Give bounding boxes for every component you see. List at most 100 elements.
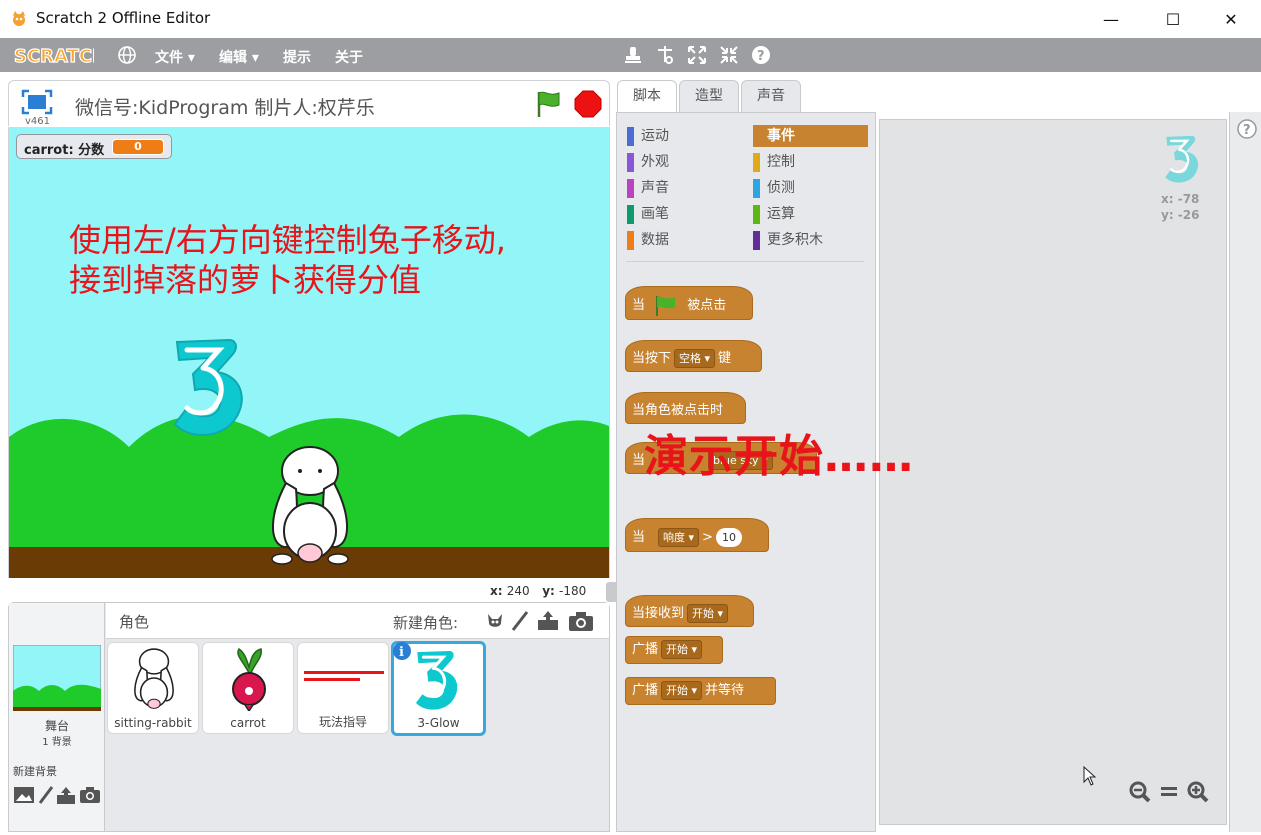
zoom-in-icon[interactable]	[1186, 780, 1210, 804]
variable-monitor[interactable]: carrot: 分数 0	[16, 134, 172, 159]
block-when-flag-clicked[interactable]: 当 被点击	[625, 286, 753, 320]
block-when-i-receive[interactable]: 当接收到 开始 ▾	[625, 595, 754, 627]
help-tips-icon[interactable]: ?	[1236, 118, 1258, 140]
maximize-button[interactable]: ☐	[1143, 0, 1203, 38]
category-control[interactable]: 控制	[753, 151, 868, 173]
sprites-header: 角色 新建角色:	[106, 603, 609, 639]
green-flag-icon	[656, 295, 676, 316]
sensor-threshold-input[interactable]: 10	[715, 528, 742, 547]
sprite-tile[interactable]: sitting-rabbit	[107, 642, 199, 734]
category-sound[interactable]: 声音	[627, 177, 742, 199]
globe-icon[interactable]	[116, 44, 138, 66]
message-dropdown[interactable]: 开始 ▾	[687, 604, 729, 623]
menu-tips[interactable]: 提示	[283, 47, 311, 67]
carrot-thumbnail	[232, 647, 266, 711]
presentation-mode-icon[interactable]	[21, 89, 53, 115]
demo-start-overlay: 演示开始……	[644, 431, 914, 482]
current-sprite-thumbnail	[1165, 135, 1199, 183]
menu-edit[interactable]: 编辑 ▾	[219, 47, 259, 67]
project-title[interactable]: 微信号:KidProgram 制片人:权芹乐	[75, 93, 375, 120]
svg-text:i: i	[399, 645, 404, 660]
close-button[interactable]: ✕	[1201, 0, 1261, 38]
category-color-bar	[627, 127, 634, 146]
upload-backdrop-icon[interactable]	[55, 785, 77, 805]
backdrop-library-icon[interactable]	[13, 785, 35, 805]
category-color-bar	[753, 153, 760, 172]
upload-sprite-icon[interactable]	[536, 609, 560, 631]
category-looks[interactable]: 外观	[627, 151, 742, 173]
tab-sounds[interactable]: 声音	[741, 80, 801, 113]
stage-collapse-handle[interactable]	[606, 582, 616, 602]
sprites-title: 角色	[119, 613, 150, 631]
category-color-bar	[753, 205, 760, 224]
mouse-coordinates: x: 240 y: -180	[490, 584, 587, 598]
category-more-blocks[interactable]: 更多积木	[753, 229, 868, 251]
sensor-dropdown[interactable]: 响度 ▾	[658, 528, 700, 547]
block-broadcast-and-wait[interactable]: 广播 开始 ▾ 并等待	[625, 677, 776, 705]
menu-about[interactable]: 关于	[335, 47, 363, 67]
maximize-icon: ☐	[1165, 9, 1181, 29]
shrink-icon[interactable]	[718, 44, 740, 66]
stage[interactable]: carrot: 分数 0 使用左/右方向键控制兔子移动, 接到掉落的萝卜获得分值	[8, 127, 610, 578]
help-sidebar: ?	[1229, 112, 1261, 832]
rabbit-thumbnail	[134, 648, 174, 709]
category-color-bar	[627, 231, 634, 250]
scratch-logo-text: SCRATCH	[14, 46, 94, 67]
minimize-button[interactable]: —	[1081, 0, 1141, 38]
stop-sign-icon[interactable]	[574, 90, 602, 118]
key-dropdown[interactable]: 空格 ▾	[674, 349, 716, 368]
new-sprite-label: 新建角色:	[393, 614, 459, 632]
sprite-info-icon[interactable]: i	[392, 641, 412, 661]
stage-thumbnail-column: 舞台 1 背景 新建背景	[9, 603, 105, 831]
block-when-key-pressed[interactable]: 当按下 空格 ▾ 键	[625, 340, 762, 372]
instruction-line-2: 接到掉落的萝卜获得分值	[69, 261, 422, 299]
category-color-bar	[753, 231, 760, 250]
zoom-controls	[1122, 778, 1214, 806]
tab-costumes[interactable]: 造型	[679, 80, 739, 113]
scratch-logo[interactable]: SCRATCH	[12, 42, 94, 68]
category-motion[interactable]: 运动	[627, 125, 742, 147]
category-data[interactable]: 数据	[627, 229, 742, 251]
sprite-3-glow-on-stage[interactable]	[169, 332, 249, 442]
category-sensing[interactable]: 侦测	[753, 177, 868, 199]
paint-backdrop-icon[interactable]	[37, 785, 55, 805]
sprite-name: 玩法指导	[318, 715, 367, 729]
delete-scissors-icon[interactable]	[654, 44, 676, 66]
svg-text:?: ?	[1243, 123, 1251, 138]
category-operators[interactable]: 运算	[753, 203, 868, 225]
sprite-rabbit-on-stage[interactable]	[264, 443, 356, 567]
zoom-out-icon[interactable]	[1128, 780, 1152, 804]
sprite-name: sitting-rabbit	[114, 716, 192, 730]
script-area[interactable]: x: -78 y: -26	[879, 119, 1227, 825]
sprite-x-position: x: -78	[1161, 192, 1200, 206]
message-dropdown[interactable]: 开始 ▾	[661, 681, 703, 700]
sprite-tile[interactable]: carrot	[202, 642, 294, 734]
paint-sprite-icon[interactable]	[510, 610, 530, 632]
block-broadcast[interactable]: 广播 开始 ▾	[625, 636, 723, 664]
message-dropdown[interactable]: 开始 ▾	[661, 640, 703, 659]
window-titlebar: Scratch 2 Offline Editor — ☐ ✕	[0, 0, 1261, 38]
camera-sprite-icon[interactable]	[568, 610, 594, 632]
stage-thumbnail[interactable]	[13, 645, 101, 711]
help-icon[interactable]: ?	[750, 44, 772, 66]
camera-backdrop-icon[interactable]	[79, 785, 101, 805]
tab-scripts[interactable]: 脚本	[617, 80, 677, 114]
scratch-cat-icon	[13, 11, 25, 26]
duplicate-stamp-icon[interactable]	[622, 44, 644, 66]
new-backdrop-label: 新建背景	[13, 765, 57, 778]
sprite-library-icon[interactable]	[484, 610, 506, 632]
svg-text:?: ?	[757, 49, 765, 64]
category-color-bar	[627, 153, 634, 172]
category-color-bar	[627, 205, 634, 224]
sprite-tile[interactable]: 玩法指导	[297, 642, 389, 734]
green-flag-icon[interactable]	[533, 89, 563, 119]
category-color-bar	[753, 127, 760, 146]
category-color-bar	[753, 179, 760, 198]
block-when-sensor-greater[interactable]: 当响度 ▾ >10	[625, 518, 769, 552]
menu-file[interactable]: 文件 ▾	[155, 47, 195, 67]
3-glow-thumbnail	[415, 650, 458, 710]
grow-icon[interactable]	[686, 44, 708, 66]
category-pen[interactable]: 画笔	[627, 203, 742, 225]
category-events[interactable]: 事件	[753, 125, 868, 147]
zoom-reset-icon[interactable]	[1158, 780, 1180, 804]
